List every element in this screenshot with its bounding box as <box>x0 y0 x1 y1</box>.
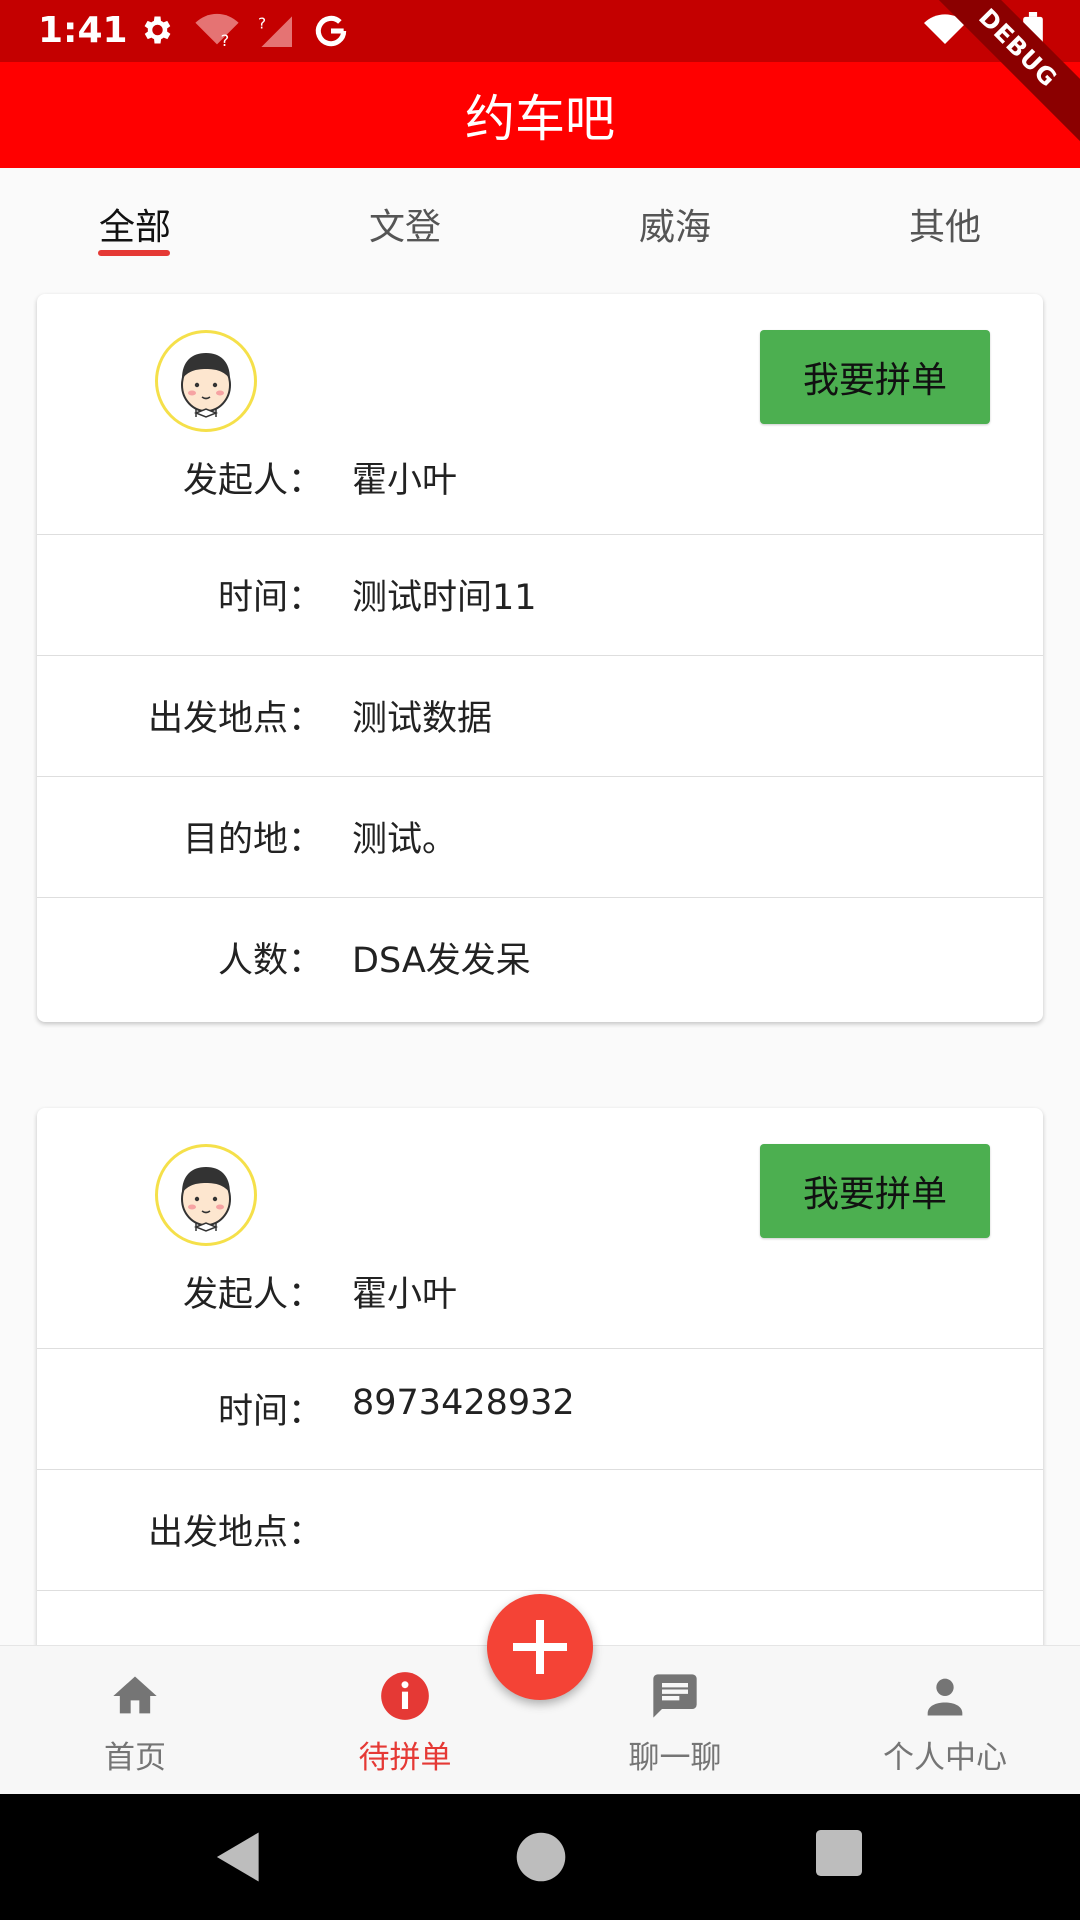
avatar-face-icon <box>181 353 231 418</box>
row-value: 测试数据 <box>352 699 493 739</box>
ride-list[interactable]: 我要拼单 发起人： 霍小叶 时间： 测试时间11 出发地点： 测试数据 目的地：… <box>0 278 1080 1645</box>
row-label: 目的地： <box>182 820 323 860</box>
info-row-destination: 目的地： 测试。 <box>37 776 1043 897</box>
nav-label: 首页 <box>104 1740 166 1776</box>
tab-weihai[interactable]: 威海 <box>540 198 810 250</box>
tab-indicator <box>98 250 170 256</box>
back-icon[interactable] <box>214 1830 264 1884</box>
svg-text:?: ? <box>258 14 266 32</box>
info-row-departure: 出发地点： <box>37 1469 1043 1590</box>
row-label: 发起人： <box>182 461 323 501</box>
person-icon <box>927 1678 963 1716</box>
add-ride-button[interactable] <box>487 1594 593 1700</box>
row-label: 出发地点： <box>147 699 323 739</box>
chat-icon <box>653 1674 697 1718</box>
row-label: 时间： <box>217 1392 323 1432</box>
row-value: 8973428932 <box>352 1383 575 1423</box>
google-icon <box>315 15 347 47</box>
row-label: 出发地点： <box>147 1513 323 1553</box>
row-label: 时间： <box>217 578 323 618</box>
nav-home[interactable]: 首页 <box>0 1646 270 1795</box>
avatar <box>155 1144 257 1246</box>
svg-text:?: ? <box>221 31 230 48</box>
status-bar: 1:41 ? ? DEBUG <box>0 0 1080 142</box>
tab-all[interactable]: 全部 <box>0 198 270 250</box>
avatar-face-icon <box>181 1167 231 1232</box>
info-row-time: 时间： 8973428932 <box>37 1348 1043 1469</box>
info-row-passengers: 人数： DSA发发呆 <box>37 897 1043 1018</box>
recents-icon[interactable] <box>816 1830 862 1876</box>
row-value: DSA发发呆 <box>352 941 531 981</box>
info-row-time: 时间： 测试时间11 <box>37 534 1043 655</box>
settings-icon <box>144 16 171 44</box>
app-title: 约车吧 <box>465 90 615 148</box>
signal-icon: ? <box>258 14 292 47</box>
row-label: 人数： <box>217 941 323 981</box>
tab-bar: 全部 文登 威海 其他 <box>0 168 1080 278</box>
plus-icon <box>513 1620 567 1674</box>
system-nav-bar <box>0 1794 1080 1920</box>
tab-other[interactable]: 其他 <box>810 198 1080 250</box>
status-time: 1:41 <box>38 10 128 51</box>
info-icon <box>381 1672 429 1720</box>
ride-card: 我要拼单 发起人： 霍小叶 时间： 测试时间11 出发地点： 测试数据 目的地：… <box>37 294 1043 1022</box>
join-button[interactable]: 我要拼单 <box>760 330 990 424</box>
ride-card: 我要拼单 发起人： 霍小叶 时间： 8973428932 出发地点： <box>37 1108 1043 1645</box>
wifi-question-icon: ? <box>195 13 239 48</box>
nav-label: 待拼单 <box>358 1740 452 1776</box>
nav-label: 个人中心 <box>883 1740 1007 1776</box>
info-row-initiator: 发起人： 霍小叶 <box>37 1248 1043 1348</box>
tab-wendeng[interactable]: 文登 <box>270 198 540 250</box>
avatar <box>155 330 257 432</box>
row-value: 霍小叶 <box>352 1275 458 1315</box>
info-row-departure: 出发地点： 测试数据 <box>37 655 1043 776</box>
home-circle-icon[interactable] <box>514 1830 568 1884</box>
app-bar: 约车吧 <box>0 62 1080 168</box>
info-row-initiator: 发起人： 霍小叶 <box>37 434 1043 534</box>
row-value: 霍小叶 <box>352 461 458 501</box>
join-button[interactable]: 我要拼单 <box>760 1144 990 1238</box>
row-value: 测试时间11 <box>352 578 537 618</box>
nav-profile[interactable]: 个人中心 <box>810 1646 1080 1795</box>
nav-label: 聊一聊 <box>628 1740 722 1776</box>
row-value: 测试。 <box>352 820 458 860</box>
row-label: 发起人： <box>182 1275 323 1315</box>
home-icon <box>113 1676 157 1714</box>
